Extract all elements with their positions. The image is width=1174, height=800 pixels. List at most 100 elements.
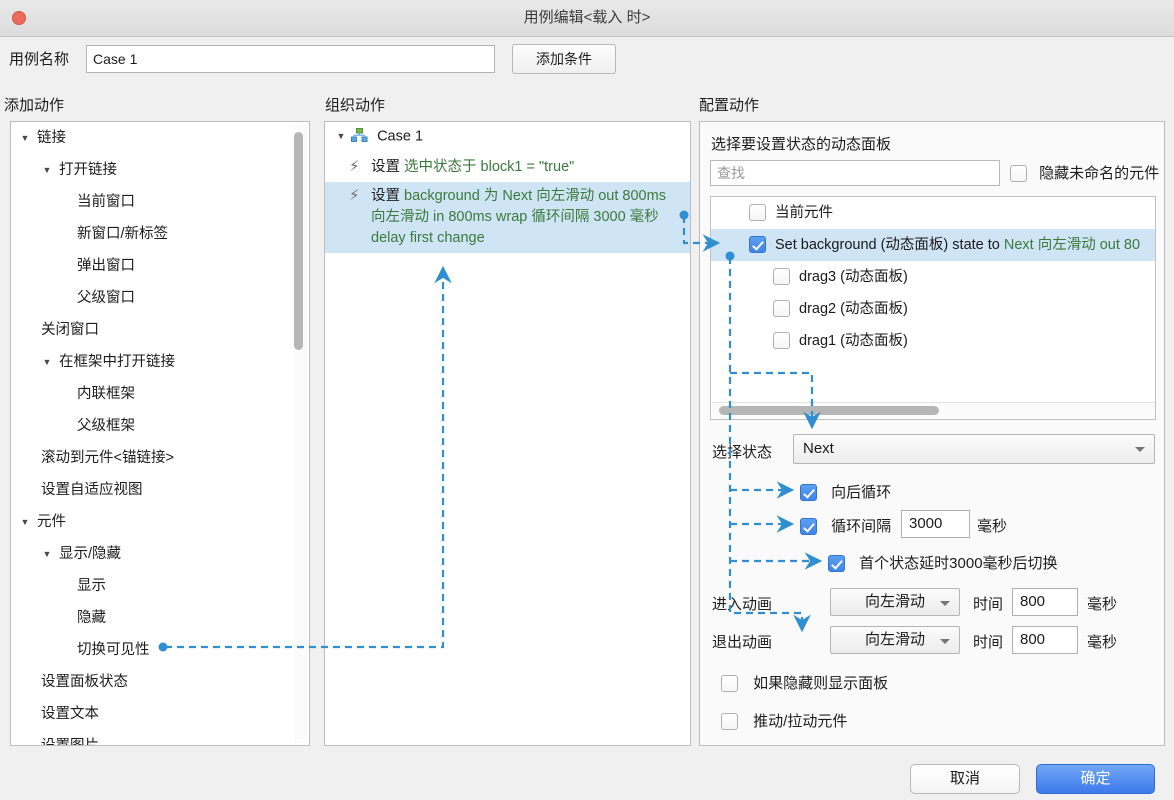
action-tree-item-label: 在框架中打开链接 bbox=[59, 354, 175, 370]
action-tree-item-label: 弹出窗口 bbox=[77, 258, 135, 274]
widget-label: drag3 (动态面板) bbox=[799, 269, 908, 285]
usecase-editor-dialog: 用例编辑<载入 时> 用例名称 Case 1 添加条件 添加动作 组织动作 配置… bbox=[0, 0, 1174, 800]
organize-action-prefix: 设置 bbox=[371, 188, 400, 205]
cancel-button[interactable]: 取消 bbox=[910, 764, 1020, 794]
column-header-add-action: 添加动作 bbox=[4, 97, 65, 114]
chevron-down-icon[interactable]: ▼ bbox=[41, 346, 53, 378]
widget-list-hscrollbar-track[interactable] bbox=[712, 402, 1155, 418]
action-tree-item-label: 元件 bbox=[37, 514, 66, 530]
action-tree-item[interactable]: ▼ 打开链接 bbox=[11, 154, 309, 186]
loop-interval-row[interactable]: 循环间隔 bbox=[800, 515, 891, 536]
widget-list-row[interactable]: drag2 (动态面板) bbox=[711, 293, 1155, 325]
case-name-input[interactable]: Case 1 bbox=[86, 45, 495, 73]
exit-anim-dropdown[interactable]: 向左滑动 bbox=[830, 626, 960, 654]
action-tree-item[interactable]: 新窗口/新标签 bbox=[11, 218, 309, 250]
chevron-down-icon bbox=[940, 601, 950, 606]
chevron-down-icon bbox=[1135, 447, 1145, 452]
first-delay-checkbox[interactable] bbox=[828, 555, 845, 572]
widget-checkbox[interactable] bbox=[749, 236, 766, 253]
action-tree-item-label: 父级窗口 bbox=[77, 290, 135, 306]
exit-time-label: 时间 bbox=[973, 634, 1004, 651]
widget-list[interactable]: 当前元件 Set background (动态面板) state to Next … bbox=[710, 196, 1156, 420]
chevron-down-icon[interactable]: ▼ bbox=[19, 506, 31, 538]
action-tree-item-label: 设置自适应视图 bbox=[41, 482, 143, 498]
action-tree-item[interactable]: 当前窗口 bbox=[11, 186, 309, 218]
action-tree-item-label: 滚动到元件<锚链接> bbox=[41, 450, 174, 466]
enter-anim-dropdown[interactable]: 向左滑动 bbox=[830, 588, 960, 616]
widget-label: Set background (动态面板) state to bbox=[775, 237, 1004, 253]
organize-action-prefix: 设置 bbox=[371, 159, 400, 176]
action-tree-item[interactable]: ▼ 元件 bbox=[11, 506, 309, 538]
hide-unnamed-row[interactable]: 隐藏未命名的元件 bbox=[1010, 162, 1159, 183]
action-tree-item[interactable]: 隐藏 bbox=[11, 602, 309, 634]
action-tree-item-label: 关闭窗口 bbox=[41, 322, 99, 338]
left-scrollbar-thumb[interactable] bbox=[294, 132, 303, 350]
hide-unnamed-checkbox[interactable] bbox=[1010, 165, 1027, 182]
action-tree-item[interactable]: 父级窗口 bbox=[11, 282, 309, 314]
action-tree-item[interactable]: 内联框架 bbox=[11, 378, 309, 410]
organize-action-detail: 选中状态于 block1 = "true" bbox=[404, 159, 575, 176]
push-pull-checkbox[interactable] bbox=[721, 713, 738, 730]
widget-checkbox[interactable] bbox=[773, 300, 790, 317]
enter-anim-value: 向左滑动 bbox=[864, 593, 925, 610]
action-tree-item[interactable]: 设置自适应视图 bbox=[11, 474, 309, 506]
action-tree-item[interactable]: 设置文本 bbox=[11, 698, 309, 730]
widget-list-row[interactable]: drag1 (动态面板) bbox=[711, 325, 1155, 357]
action-tree-item[interactable]: 切换可见性 bbox=[11, 634, 309, 666]
organize-action-row[interactable]: ⚡ 设置 background 为 Next 向左滑动 out 800ms 向左滑… bbox=[325, 182, 690, 254]
action-tree-item[interactable]: 设置图片 bbox=[11, 730, 309, 745]
loop-interval-input[interactable]: 3000 bbox=[901, 510, 970, 538]
loop-back-label: 向后循环 bbox=[831, 484, 892, 501]
widget-checkbox[interactable] bbox=[749, 204, 766, 221]
action-tree-item-label: 当前窗口 bbox=[77, 194, 135, 210]
action-tree[interactable]: ▼ 链接 ▼ 打开链接当前窗口新窗口/新标签 弹出窗口父级窗口关闭窗口 ▼ 在框架中打开链接… bbox=[11, 122, 309, 745]
action-tree-item[interactable]: 设置面板状态 bbox=[11, 666, 309, 698]
action-tree-item[interactable]: 滚动到元件<锚链接> bbox=[11, 442, 309, 474]
first-delay-label: 首个状态延时3000毫秒后切换 bbox=[859, 555, 1058, 572]
action-tree-item[interactable]: ▼ 显示/隐藏 bbox=[11, 538, 309, 570]
action-tree-item-label: 新窗口/新标签 bbox=[77, 226, 169, 242]
select-state-dropdown[interactable]: Next bbox=[793, 434, 1155, 464]
action-tree-item[interactable]: 关闭窗口 bbox=[11, 314, 309, 346]
left-scrollbar-track[interactable] bbox=[294, 124, 307, 743]
loop-back-checkbox[interactable] bbox=[800, 484, 817, 501]
push-pull-label: 推动/拉动元件 bbox=[753, 713, 848, 730]
add-condition-button[interactable]: 添加条件 bbox=[512, 44, 616, 74]
chevron-down-icon[interactable]: ▼ bbox=[19, 122, 31, 154]
organize-root-row[interactable]: ▼ Case 1 bbox=[325, 122, 690, 153]
push-pull-row[interactable]: 推动/拉动元件 bbox=[721, 710, 847, 731]
show-if-hidden-checkbox[interactable] bbox=[721, 675, 738, 692]
action-tree-item[interactable]: 父级框架 bbox=[11, 410, 309, 442]
action-tree-item-label: 父级框架 bbox=[77, 418, 135, 434]
action-tree-item[interactable]: 显示 bbox=[11, 570, 309, 602]
hide-unnamed-label: 隐藏未命名的元件 bbox=[1039, 165, 1160, 182]
sitemap-icon bbox=[351, 128, 368, 149]
widget-list-row[interactable]: 当前元件 bbox=[711, 197, 1155, 229]
loop-interval-checkbox[interactable] bbox=[800, 518, 817, 535]
action-tree-item-label: 链接 bbox=[37, 130, 66, 146]
search-input[interactable]: 查找 bbox=[710, 160, 1000, 186]
exit-time-input[interactable]: 800 bbox=[1012, 626, 1078, 654]
action-tree-item-label: 显示 bbox=[77, 578, 106, 594]
loop-back-row[interactable]: 向后循环 bbox=[800, 481, 891, 502]
chevron-down-icon[interactable]: ▼ bbox=[41, 154, 53, 186]
widget-list-row[interactable]: Set background (动态面板) state to Next 向左滑动… bbox=[711, 229, 1155, 261]
action-tree-item-label: 显示/隐藏 bbox=[59, 546, 122, 562]
action-tree-item[interactable]: 弹出窗口 bbox=[11, 250, 309, 282]
first-delay-row[interactable]: 首个状态延时3000毫秒后切换 bbox=[828, 552, 1058, 573]
organize-action-detail: background 为 Next 向左滑动 out 800ms 向左滑动 in… bbox=[371, 188, 666, 247]
exit-anim-value: 向左滑动 bbox=[864, 631, 925, 648]
action-tree-item[interactable]: ▼ 在框架中打开链接 bbox=[11, 346, 309, 378]
show-if-hidden-row[interactable]: 如果隐藏则显示面板 bbox=[721, 672, 888, 693]
loop-interval-unit: 毫秒 bbox=[977, 518, 1008, 535]
chevron-down-icon[interactable]: ▼ bbox=[41, 538, 53, 570]
widget-checkbox[interactable] bbox=[773, 332, 790, 349]
enter-time-input[interactable]: 800 bbox=[1012, 588, 1078, 616]
action-tree-item[interactable]: ▼ 链接 bbox=[11, 122, 309, 154]
widget-checkbox[interactable] bbox=[773, 268, 790, 285]
widget-list-row[interactable]: drag3 (动态面板) bbox=[711, 261, 1155, 293]
ok-button[interactable]: 确定 bbox=[1036, 764, 1155, 794]
widget-list-hscrollbar-thumb[interactable] bbox=[719, 406, 939, 415]
chevron-down-icon[interactable]: ▼ bbox=[335, 126, 347, 147]
organize-action-row[interactable]: ⚡ 设置 选中状态于 block1 = "true" bbox=[325, 153, 690, 182]
